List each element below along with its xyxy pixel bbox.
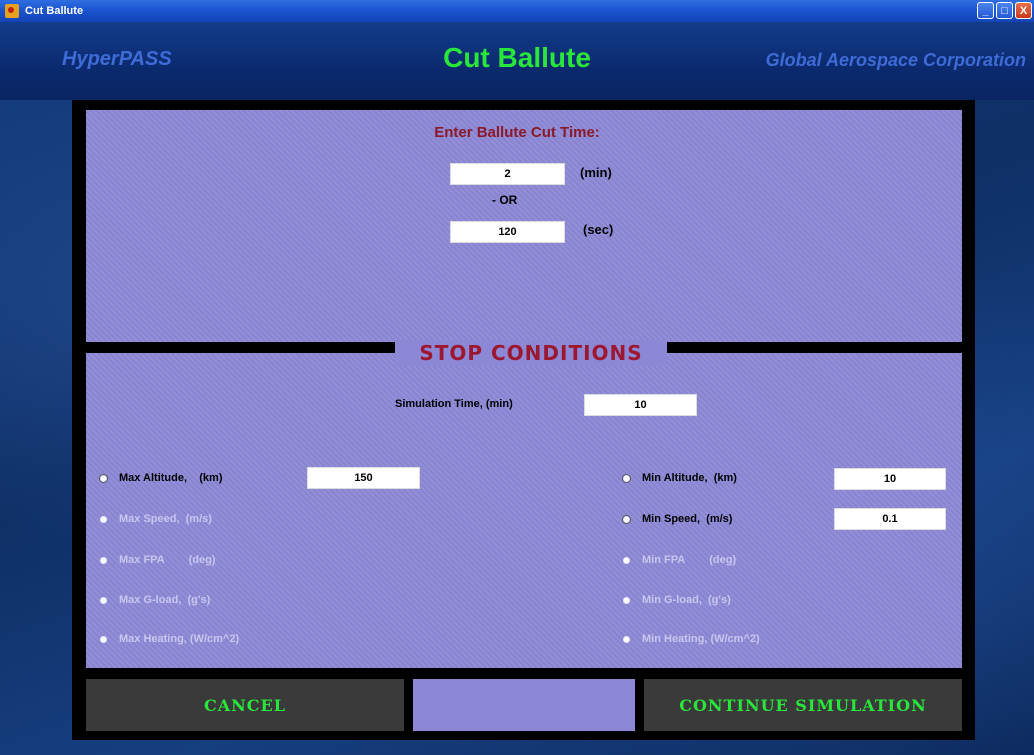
radio-icon[interactable]	[100, 474, 107, 482]
cut-time-min-input[interactable]: 2	[450, 163, 565, 185]
radio-icon[interactable]	[100, 515, 107, 523]
min-unit-label: (min)	[580, 165, 612, 180]
radio-icon[interactable]	[100, 596, 107, 604]
minimize-button[interactable]: _	[977, 2, 994, 19]
min-speed-option[interactable]: Min Speed, (m/s)	[623, 513, 732, 525]
radio-icon[interactable]	[623, 474, 630, 482]
radio-icon[interactable]	[623, 635, 630, 643]
min-heating-label: Min Heating, (W/cm^2)	[642, 633, 760, 645]
min-altitude-option[interactable]: Min Altitude, (km)	[623, 472, 737, 484]
stop-conditions-panel	[86, 353, 962, 668]
simulation-time-label: Simulation Time, (min)	[395, 398, 513, 410]
min-heating-option[interactable]: Min Heating, (W/cm^2)	[623, 633, 760, 645]
max-altitude-option[interactable]: Max Altitude, (km)	[100, 472, 223, 484]
company-brand: Global Aerospace Corporation	[765, 50, 1026, 70]
window-title: Cut Ballute	[25, 5, 84, 17]
cancel-button[interactable]: CANCEL	[86, 679, 404, 731]
max-gload-option[interactable]: Max G-load, (g's)	[100, 594, 210, 606]
continue-simulation-button[interactable]: CONTINUE SIMULATION	[644, 679, 962, 731]
max-fpa-option[interactable]: Max FPA (deg)	[100, 554, 216, 566]
min-gload-label: Min G-load, (g's)	[642, 594, 731, 606]
min-altitude-label: Min Altitude, (km)	[642, 472, 737, 484]
app-icon	[5, 4, 19, 18]
radio-icon[interactable]	[100, 556, 107, 564]
stop-conditions-title: STOP CONDITIONS	[395, 340, 667, 366]
window-controls: _ □ X	[977, 2, 1032, 19]
cut-time-sec-input[interactable]: 120	[450, 221, 565, 243]
window-titlebar: Cut Ballute _ □ X	[0, 0, 1034, 22]
max-heating-option[interactable]: Max Heating, (W/cm^2)	[100, 633, 239, 645]
max-heating-label: Max Heating, (W/cm^2)	[119, 633, 240, 645]
radio-icon[interactable]	[623, 515, 630, 523]
min-speed-input[interactable]: 0.1	[834, 508, 946, 530]
sec-unit-label: (sec)	[583, 222, 614, 237]
simulation-time-input[interactable]: 10	[584, 394, 697, 416]
close-button[interactable]: X	[1015, 2, 1032, 19]
radio-icon[interactable]	[623, 556, 630, 564]
cut-time-label: Enter Ballute Cut Time:	[434, 124, 600, 141]
radio-icon[interactable]	[100, 635, 107, 643]
max-altitude-input[interactable]: 150	[307, 467, 420, 489]
maximize-button[interactable]: □	[996, 2, 1013, 19]
max-speed-label: Max Speed, (m/s)	[119, 513, 212, 525]
min-speed-label: Min Speed, (m/s)	[642, 513, 733, 525]
or-label: - OR	[492, 193, 518, 207]
min-fpa-option[interactable]: Min FPA (deg)	[623, 554, 736, 566]
max-speed-option[interactable]: Max Speed, (m/s)	[100, 513, 212, 525]
header-banner: HyperPASS Cut Ballute Global Aerospace C…	[0, 22, 1034, 100]
min-fpa-label: Min FPA (deg)	[642, 554, 737, 566]
min-gload-option[interactable]: Min G-load, (g's)	[623, 594, 731, 606]
status-box	[413, 679, 635, 731]
max-gload-label: Max G-load, (g's)	[119, 594, 211, 606]
max-altitude-label: Max Altitude, (km)	[119, 472, 223, 484]
radio-icon[interactable]	[623, 596, 630, 604]
max-fpa-label: Max FPA (deg)	[119, 554, 216, 566]
min-altitude-input[interactable]: 10	[834, 468, 946, 490]
